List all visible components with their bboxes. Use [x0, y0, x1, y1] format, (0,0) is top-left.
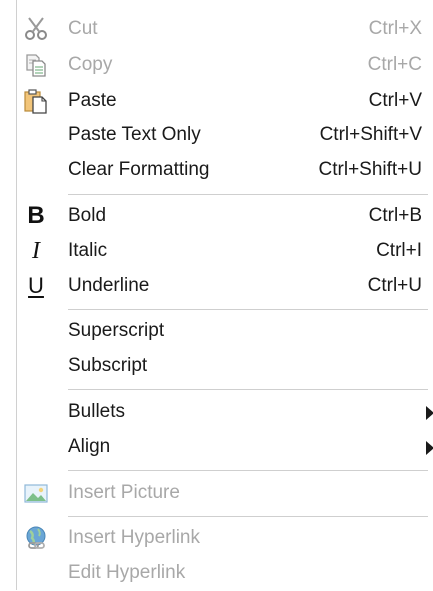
- menu-item-shortcut: Ctrl+X: [368, 18, 422, 39]
- bold-glyph: B: [27, 202, 45, 229]
- menu-item-shortcut: Ctrl+C: [367, 54, 422, 75]
- submenu-arrow-icon: [426, 406, 433, 420]
- menu-item-bold[interactable]: B Bold Ctrl+B: [17, 198, 433, 234]
- menu-item-label: Align: [68, 436, 111, 457]
- menu-item-shortcut: Ctrl+Shift+U: [318, 159, 422, 180]
- menu-item-label: Paste: [68, 90, 117, 111]
- clipboard-icon: [23, 88, 49, 114]
- menu-item-label: Subscript: [68, 355, 148, 376]
- copy-icon: [23, 52, 49, 78]
- menu-item-underline[interactable]: U Underline Ctrl+U: [17, 268, 433, 304]
- menu-item-insert-picture[interactable]: Insert Picture: [17, 475, 433, 511]
- menu-item-label: Superscript: [68, 320, 165, 341]
- menu-item-label: Clear Formatting: [68, 159, 210, 180]
- menu-item-superscript[interactable]: Superscript: [17, 313, 433, 349]
- globe-link-icon: [23, 525, 49, 551]
- submenu-arrow-icon: [426, 441, 433, 455]
- menu-item-label: Insert Picture: [68, 482, 180, 503]
- menu-item-label: Underline: [68, 275, 150, 296]
- menu-separator: [68, 470, 428, 471]
- menu-item-shortcut: Ctrl+B: [368, 205, 422, 226]
- bold-icon: B: [23, 203, 49, 229]
- italic-glyph: I: [32, 238, 40, 264]
- menu-item-shortcut: Ctrl+I: [376, 240, 422, 261]
- menu-item-label: Bold: [68, 205, 107, 226]
- menu-item-subscript[interactable]: Subscript: [17, 348, 433, 384]
- menu-item-label: Copy: [68, 54, 113, 75]
- menu-item-insert-hyperlink[interactable]: Insert Hyperlink: [17, 520, 433, 556]
- menu-item-bullets[interactable]: Bullets: [17, 394, 433, 430]
- menu-item-label: Edit Hyperlink: [68, 562, 186, 583]
- menu-item-paste[interactable]: Paste Ctrl+V: [17, 83, 433, 119]
- menu-item-label: Insert Hyperlink: [68, 527, 200, 548]
- menu-item-shortcut: Ctrl+Shift+V: [319, 124, 422, 145]
- menu-item-shortcut: Ctrl+V: [368, 90, 422, 111]
- menu-separator: [68, 309, 428, 310]
- menu-item-italic[interactable]: I Italic Ctrl+I: [17, 233, 433, 269]
- menu-item-label: Cut: [68, 18, 98, 39]
- menu-item-label: Italic: [68, 240, 108, 261]
- menu-item-clear-formatting[interactable]: Clear Formatting Ctrl+Shift+U: [17, 152, 433, 188]
- context-menu: Cut Ctrl+X Copy Ctrl+C Paste Ctrl+V Past…: [16, 0, 433, 590]
- menu-item-align[interactable]: Align: [17, 429, 433, 465]
- menu-item-label: Bullets: [68, 401, 126, 422]
- underline-glyph: U: [28, 273, 44, 298]
- menu-item-cut[interactable]: Cut Ctrl+X: [17, 11, 433, 47]
- menu-item-edit-hyperlink[interactable]: Edit Hyperlink: [17, 555, 433, 591]
- underline-icon: U: [23, 273, 49, 299]
- menu-item-copy[interactable]: Copy Ctrl+C: [17, 47, 433, 83]
- menu-item-paste-text-only[interactable]: Paste Text Only Ctrl+Shift+V: [17, 117, 433, 153]
- picture-icon: [23, 480, 49, 506]
- menu-separator: [68, 516, 428, 517]
- scissors-icon: [23, 16, 49, 42]
- menu-separator: [68, 389, 428, 390]
- italic-icon: I: [23, 238, 49, 264]
- menu-item-label: Paste Text Only: [68, 124, 201, 145]
- menu-separator: [68, 194, 428, 195]
- menu-item-shortcut: Ctrl+U: [367, 275, 422, 296]
